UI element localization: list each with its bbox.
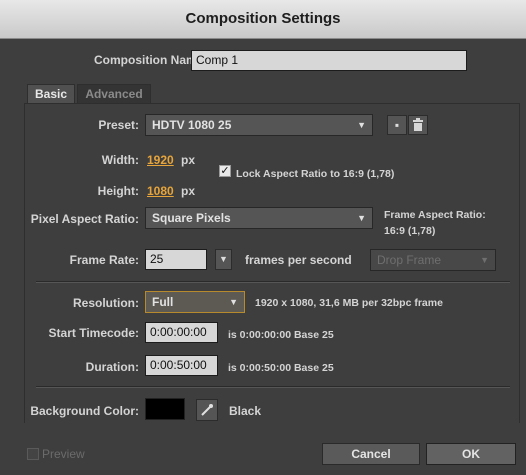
ok-button[interactable]: OK [426, 443, 516, 465]
background-color-label: Background Color: [30, 404, 139, 418]
dialog-title: Composition Settings [185, 10, 341, 27]
frame-rate-suffix: frames per second [245, 253, 352, 267]
background-color-name: Black [229, 404, 262, 418]
preview-label: Preview [42, 447, 85, 461]
save-icon: ▪ [394, 118, 400, 132]
tab-advanced[interactable]: Advanced [77, 84, 151, 103]
pixel-aspect-label: Pixel Aspect Ratio: [30, 212, 139, 226]
pixel-aspect-dropdown[interactable]: Square Pixels ▼ [145, 207, 373, 229]
delete-preset-button[interactable] [408, 115, 428, 135]
divider [36, 281, 510, 283]
lock-aspect-label: Lock Aspect Ratio to 16:9 (1,78) [236, 168, 395, 180]
resolution-dropdown[interactable]: Full ▼ [145, 291, 245, 313]
composition-settings-dialog: Composition Settings Composition Name: C… [0, 0, 526, 475]
chevron-down-icon: ▼ [229, 297, 238, 307]
width-label: Width: [101, 153, 139, 167]
duration-label: Duration: [85, 360, 139, 374]
title-bar: Composition Settings [0, 0, 526, 39]
frame-aspect-value: 16:9 (1,78) [384, 225, 436, 237]
width-unit: px [181, 153, 196, 167]
composition-name-input[interactable]: Comp 1 [191, 50, 467, 71]
eyedropper-icon [201, 404, 213, 416]
height-unit: px [181, 184, 196, 198]
frame-rate-input[interactable]: 25 [145, 249, 207, 270]
drop-frame-dropdown: Drop Frame ▼ [370, 249, 496, 271]
start-timecode-input[interactable]: 0:00:00:00 [145, 322, 218, 343]
drop-frame-value: Drop Frame [377, 253, 442, 267]
tab-basic[interactable]: Basic [27, 84, 75, 103]
checkmark-icon: ✓ [220, 165, 230, 177]
frame-aspect-label: Frame Aspect Ratio: [384, 209, 486, 221]
chevron-down-icon: ▼ [219, 254, 228, 264]
resolution-info: 1920 x 1080, 31,6 MB per 32bpc frame [255, 297, 443, 309]
start-timecode-label: Start Timecode: [48, 326, 139, 340]
height-label: Height: [97, 184, 139, 198]
width-value[interactable]: 1920 [147, 153, 174, 167]
duration-info: is 0:00:50:00 Base 25 [228, 362, 334, 374]
preview-checkbox[interactable] [27, 448, 39, 460]
height-value[interactable]: 1080 [147, 184, 174, 198]
lock-aspect-checkbox[interactable]: ✓ [219, 165, 231, 177]
save-preset-button[interactable]: ▪ [387, 115, 407, 135]
start-timecode-info: is 0:00:00:00 Base 25 [228, 329, 334, 341]
preset-value: HDTV 1080 25 [152, 118, 232, 132]
cancel-button[interactable]: Cancel [322, 443, 420, 465]
preset-label: Preset: [98, 118, 139, 132]
frame-rate-dropdown-button[interactable]: ▼ [215, 249, 232, 270]
duration-input[interactable]: 0:00:50:00 [145, 355, 218, 376]
trash-icon [413, 118, 423, 131]
divider [36, 386, 510, 388]
chevron-down-icon: ▼ [357, 120, 366, 130]
chevron-down-icon: ▼ [480, 255, 489, 265]
preset-dropdown[interactable]: HDTV 1080 25 ▼ [145, 114, 373, 136]
resolution-value: Full [152, 295, 174, 309]
resolution-label: Resolution: [73, 296, 139, 310]
frame-rate-label: Frame Rate: [69, 253, 139, 267]
chevron-down-icon: ▼ [357, 213, 366, 223]
background-color-swatch[interactable] [145, 398, 185, 420]
eyedropper-button[interactable] [196, 399, 218, 421]
pixel-aspect-value: Square Pixels [152, 211, 231, 225]
